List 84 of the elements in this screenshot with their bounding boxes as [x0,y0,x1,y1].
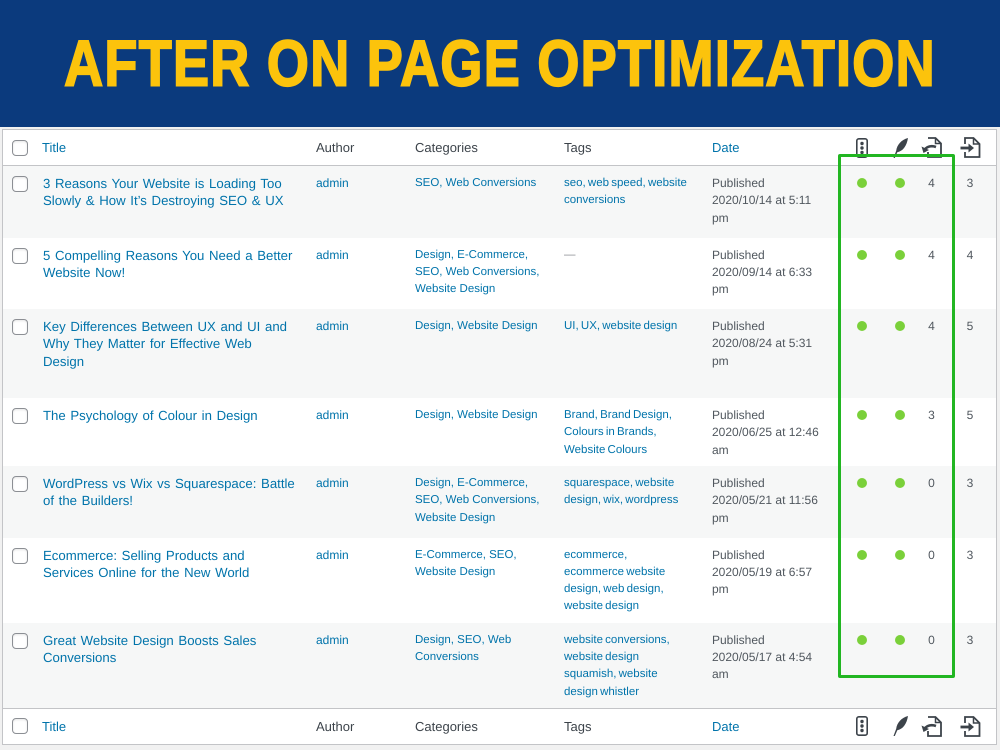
post-status: Published [712,474,765,492]
category-links[interactable]: Design, SEO, Web Conversions [415,632,550,666]
count-value: 4 [928,175,935,192]
traffic-light-icon [856,138,868,158]
row-checkbox[interactable] [12,176,28,192]
category-links[interactable]: E-Commerce, SEO, Website Design [415,546,550,582]
column-sort-link[interactable]: Title [42,718,66,734]
post-date: 2020/06/25 at 12:46 am [712,424,820,459]
row-checkbox[interactable] [12,319,28,336]
column-heading: Author [316,140,354,155]
row-checkbox[interactable] [12,632,28,649]
post-title-link[interactable]: The Psychology of Colour in Design [43,407,258,424]
category-links[interactable]: Design, Website Design [415,407,538,424]
count-value: 3 [966,175,974,192]
author-link[interactable]: admin [316,407,349,424]
banner-title: AFTER ON PAGE OPTIMIZATION [64,31,936,96]
count-value: 3 [966,632,974,649]
category-links[interactable]: Design, E-Commerce, SEO, Web Conversions, Website Design [415,474,550,527]
post-date: 2020/09/14 at 6:33 pm [712,264,814,298]
select-all-checkbox[interactable] [12,140,28,156]
post-date: 2020/08/24 at 5:31 pm [712,335,814,370]
row-checkbox[interactable] [12,248,28,264]
tag-links[interactable]: ecommerce, ecommerce website design, web design, website design [564,546,688,616]
document-curved-arrow-icon [921,716,942,737]
post-title-link[interactable]: 3 Reasons Your Website is Loading Too Slowly & How It’s Destroying SEO & UX [43,175,296,210]
tag-links[interactable]: UI, UX, website design [564,318,678,336]
author-link[interactable]: admin [316,318,349,336]
tag-links[interactable]: Brand, Brand Design, Colours in Brands, Website Colours [564,407,688,459]
post-status: Published [712,175,765,192]
traffic-light-icon [856,716,868,736]
post-date: 2020/05/21 at 11:56 pm [712,492,819,527]
row-checkbox[interactable] [12,548,28,564]
count-value: 4 [928,318,935,336]
post-title-link[interactable]: 5 Compelling Reasons You Need a Better Website Now! [43,246,296,282]
count-value: 5 [966,407,974,424]
no-tags-dash: — [564,248,576,263]
author-link[interactable]: admin [316,474,349,492]
post-status: Published [712,546,765,564]
tag-links[interactable]: squarespace, website design, wix, wordpress [564,474,688,510]
column-heading: Tags [564,140,592,155]
author-link[interactable]: admin [316,246,349,264]
author-link[interactable]: admin [316,546,349,564]
post-status: Published [712,632,765,649]
category-links[interactable]: Design, Website Design [415,318,538,336]
post-title-link[interactable]: Ecommerce: Selling Products and Services Online for the New World [43,546,296,582]
author-link[interactable]: admin [316,175,349,192]
row-checkbox[interactable] [12,408,28,424]
document-arrow-icon [960,716,980,737]
feather-icon [892,138,908,158]
post-title-link[interactable]: WordPress vs Wix vs Squarespace: Battle of the Builders! [43,474,296,510]
post-status: Published [712,318,765,336]
column-sort-link[interactable]: Date [712,140,740,155]
tag-links[interactable]: website conversions, website design squamish, website design whistler [564,632,688,701]
count-value: 4 [966,246,974,264]
document-curved-arrow-icon [921,137,942,158]
tag-links[interactable]: seo, web speed, website conversions [564,175,688,210]
post-title-link[interactable]: Great Website Design Boosts Sales Conversions [43,632,296,666]
column-sort-link[interactable]: Date [712,718,740,734]
select-all-checkbox[interactable] [12,718,28,734]
column-sort-link[interactable]: Title [42,140,66,155]
document-arrow-icon [960,137,980,158]
post-date: 2020/10/14 at 5:11 pm [712,192,812,227]
post-status: Published [712,407,765,424]
row-checkbox[interactable] [12,476,28,492]
author-link[interactable]: admin [316,632,349,650]
column-heading: Author [316,718,354,734]
post-date: 2020/05/17 at 4:54 am [712,649,814,684]
column-heading: Categories [415,718,478,734]
count-value: 0 [928,474,935,492]
column-heading: Categories [415,140,478,155]
category-links[interactable]: SEO, Web Conversions [415,175,536,192]
count-value: 3 [928,407,935,424]
post-title-link[interactable]: Key Differences Between UX and UI and Why They Matter for Effective Web Design [43,318,296,370]
post-date: 2020/05/19 at 6:57 pm [712,564,814,598]
count-value: 3 [966,546,974,564]
feather-icon [892,716,908,736]
column-heading: Tags [564,718,592,734]
category-links[interactable]: Design, E-Commerce, SEO, Web Conversions, Website Design [415,246,550,298]
count-value: 0 [928,632,935,649]
count-value: 5 [966,318,974,336]
count-value: 0 [928,546,935,564]
count-value: 4 [928,246,935,264]
post-status: Published [712,246,765,264]
count-value: 3 [966,474,974,492]
